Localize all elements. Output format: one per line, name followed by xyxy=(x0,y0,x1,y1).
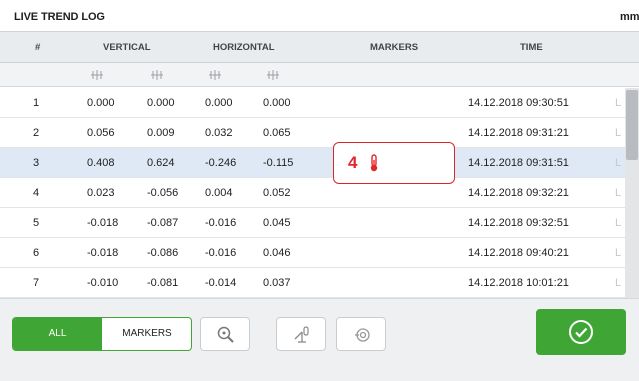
vertical-value-1: 0.000 xyxy=(87,97,115,109)
unit-label: mm xyxy=(620,11,639,23)
filter-markers-button[interactable]: MARKERS xyxy=(102,318,191,350)
marker-number: 4 xyxy=(348,153,358,172)
horizontal-value-1: -0.246 xyxy=(205,157,237,169)
vertical-sensor-icon xyxy=(151,70,163,80)
horizontal-value-2: -0.115 xyxy=(263,157,294,169)
vertical-value-2: -0.081 xyxy=(147,277,179,289)
row-number: 1 xyxy=(33,97,40,109)
table-row[interactable]: 7 -0.010 -0.081 -0.014 0.037 14.12.2018 10:01… xyxy=(0,268,625,298)
title-bar: LIVE TREND LOG mm xyxy=(0,0,639,30)
table-row[interactable]: 5 -0.018 -0.087 -0.016 0.045 14.12.2018 … xyxy=(0,208,625,238)
vertical-value-2: 0.624 xyxy=(147,157,175,169)
thermometer-icon xyxy=(370,154,378,172)
zoom-button[interactable] xyxy=(200,317,250,351)
row-time: 14.12.2018 09:30:51 xyxy=(468,97,569,109)
row-time: 14.12.2018 09:31:51 xyxy=(468,157,569,169)
row-time: 14.12.2018 09:32:51 xyxy=(468,217,569,229)
row-number: 7 xyxy=(33,277,40,289)
horizontal-value-1: -0.016 xyxy=(205,217,237,229)
row-tail-text: L xyxy=(615,127,622,139)
horizontal-value-1: 0.000 xyxy=(205,97,233,109)
scrollbar-thumb[interactable] xyxy=(626,90,638,160)
horizontal-value-1: -0.014 xyxy=(205,277,237,289)
zoom-icon xyxy=(217,326,234,343)
marker-sensor-icon xyxy=(294,326,309,343)
col-header-markers: MARKERS xyxy=(370,42,419,53)
horizontal-value-1: 0.032 xyxy=(205,127,233,139)
horizontal-value-2: 0.037 xyxy=(263,277,291,289)
row-tail-text: L xyxy=(615,277,622,289)
vertical-value-2: 0.009 xyxy=(147,127,175,139)
filter-toggle: ALL MARKERS xyxy=(12,317,192,351)
table-subheader xyxy=(0,63,639,87)
target-icon xyxy=(355,328,370,342)
vertical-value-1: -0.010 xyxy=(87,277,119,289)
row-tail-text: L xyxy=(615,157,622,169)
table-row[interactable]: 6 -0.018 -0.086 -0.016 0.046 14.12.2018 … xyxy=(0,238,625,268)
table-row[interactable]: 4 0.023 -0.056 0.004 0.052 14.12.2018 09… xyxy=(0,178,625,208)
horizontal-value-1: -0.016 xyxy=(205,247,237,259)
horizontal-value-2: 0.052 xyxy=(263,187,291,199)
col-header-vertical: VERTICAL xyxy=(103,42,151,53)
footer-toolbar: ALL MARKERS xyxy=(0,298,639,381)
page-title: LIVE TREND LOG xyxy=(14,11,105,23)
row-number: 4 xyxy=(33,187,40,199)
table-header: # VERTICAL HORIZONTAL MARKERS TIME xyxy=(0,31,639,63)
row-time: 14.12.2018 10:01:21 xyxy=(468,277,569,289)
col-header-number: # xyxy=(35,42,41,53)
vertical-value-1: 0.056 xyxy=(87,127,115,139)
vertical-value-2: 0.000 xyxy=(147,97,175,109)
vertical-value-1: 0.408 xyxy=(87,157,115,169)
vertical-value-2: -0.056 xyxy=(147,187,179,199)
row-number: 3 xyxy=(33,157,40,169)
vertical-value-2: -0.086 xyxy=(147,247,179,259)
add-marker-button[interactable] xyxy=(276,317,326,351)
row-time: 14.12.2018 09:40:21 xyxy=(468,247,569,259)
horizontal-value-2: 0.065 xyxy=(263,127,291,139)
filter-all-button[interactable]: ALL xyxy=(13,318,102,350)
vertical-value-1: 0.023 xyxy=(87,187,115,199)
row-number: 5 xyxy=(33,217,40,229)
table-row-selected[interactable]: 3 0.408 0.624 -0.246 -0.115 14.12.2018 0… xyxy=(0,148,625,178)
table-row[interactable]: 2 0.056 0.009 0.032 0.065 14.12.2018 09:… xyxy=(0,118,625,148)
horizontal-value-2: 0.045 xyxy=(263,217,291,229)
horizontal-sensor-icon xyxy=(267,70,279,80)
horizontal-value-2: 0.046 xyxy=(263,247,291,259)
row-time: 14.12.2018 09:31:21 xyxy=(468,127,569,139)
horizontal-value-1: 0.004 xyxy=(205,187,233,199)
row-number: 2 xyxy=(33,127,40,139)
col-header-time: TIME xyxy=(520,42,543,53)
row-time: 14.12.2018 09:32:21 xyxy=(468,187,569,199)
row-tail-text: L xyxy=(615,217,622,229)
table-row[interactable]: 1 0.000 0.000 0.000 0.000 14.12.2018 09:… xyxy=(0,88,625,118)
marker-entry[interactable]: 4 xyxy=(333,142,455,184)
vertical-sensor-icon xyxy=(91,70,103,80)
row-tail-text: L xyxy=(615,187,622,199)
vertical-scrollbar[interactable] xyxy=(625,88,639,298)
horizontal-value-2: 0.000 xyxy=(263,97,291,109)
col-header-horizontal: HORIZONTAL xyxy=(213,42,275,53)
row-tail-text: L xyxy=(615,97,622,109)
row-tail-text: L xyxy=(615,247,622,259)
vertical-value-1: -0.018 xyxy=(87,247,119,259)
confirm-button[interactable] xyxy=(536,309,626,355)
row-number: 6 xyxy=(33,247,40,259)
horizontal-sensor-icon xyxy=(209,70,221,80)
vertical-value-1: -0.018 xyxy=(87,217,119,229)
vertical-value-2: -0.087 xyxy=(147,217,179,229)
target-button[interactable] xyxy=(336,317,386,351)
checkmark-circle-icon xyxy=(569,320,593,344)
